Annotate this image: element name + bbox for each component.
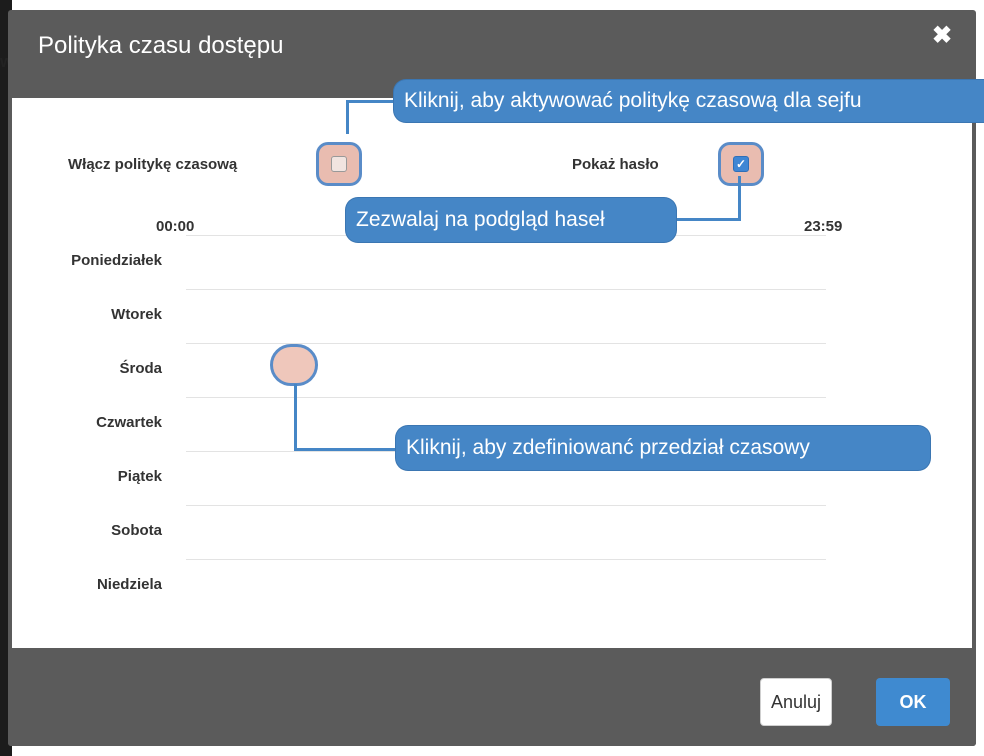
- ok-button[interactable]: OK: [876, 678, 950, 726]
- callout-show-password: Zezwalaj na podgląd haseł: [346, 198, 676, 242]
- dialog-title: Polityka czasu dostępu: [38, 32, 284, 59]
- callout-define-range: Kliknij, aby zdefiniowanć przedział czas…: [396, 426, 930, 470]
- callout-connector: [346, 100, 396, 103]
- enable-policy-checkbox[interactable]: [331, 156, 347, 172]
- day-label-saturday: Sobota: [111, 522, 162, 539]
- callout-enable-policy: Kliknij, aby aktywować politykę czasową …: [394, 80, 984, 122]
- callout-connector: [674, 218, 741, 221]
- day-label-tuesday: Wtorek: [111, 306, 162, 323]
- day-label-wednesday: Środa: [119, 360, 162, 377]
- callout-connector: [346, 100, 349, 134]
- grid-line: [186, 505, 826, 506]
- callout-connector: [294, 448, 398, 451]
- time-range-cell-marker[interactable]: [270, 344, 318, 386]
- cancel-button[interactable]: Anuluj: [760, 678, 832, 726]
- time-start-label: 00:00: [156, 218, 195, 235]
- grid-line: [186, 343, 826, 344]
- day-label-friday: Piątek: [117, 468, 162, 485]
- day-label-thursday: Czwartek: [96, 414, 162, 431]
- callout-connector: [738, 176, 741, 220]
- day-label-sunday: Niedziela: [96, 576, 162, 593]
- show-password-checkbox[interactable]: ✓: [733, 156, 749, 172]
- dialog-footer: Anuluj OK: [8, 648, 976, 746]
- grid-line: [186, 559, 826, 560]
- show-password-checkbox-highlight[interactable]: ✓: [718, 142, 764, 186]
- grid-line: [186, 289, 826, 290]
- dialog-body: Włącz politykę czasową Pokaż hasło ✓ 00:…: [12, 98, 972, 648]
- callout-connector: [294, 384, 297, 450]
- time-end-label: 23:59: [804, 218, 843, 235]
- show-password-label: Pokaż hasło: [572, 156, 659, 173]
- enable-policy-checkbox-highlight[interactable]: [316, 142, 362, 186]
- close-icon[interactable]: ✖: [928, 22, 956, 50]
- grid-line: [186, 397, 826, 398]
- enable-policy-label: Włącz politykę czasową: [68, 156, 238, 173]
- day-label-monday: Poniedziałek: [71, 252, 162, 269]
